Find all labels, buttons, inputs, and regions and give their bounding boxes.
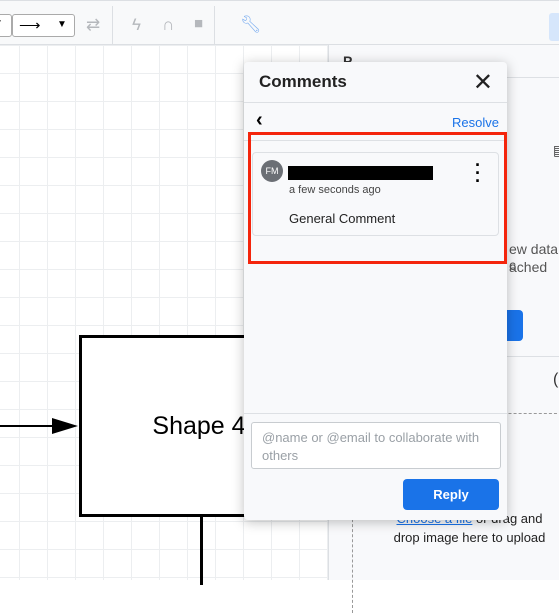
divider <box>112 6 113 46</box>
line-end-select[interactable]: ⟶ ▼ <box>12 14 75 37</box>
connector-line[interactable] <box>200 515 203 585</box>
swap-icon[interactable]: ⇄ <box>86 15 100 35</box>
toolbar: ▼ ⟶ ▼ ⇄ ϟ ∩ ■ 🔧︎ <box>0 0 559 46</box>
close-icon[interactable]: ✕ <box>473 68 493 97</box>
comments-dialog: Comments ✕ ‹ Resolve FM a few seconds ag… <box>244 62 507 520</box>
arrow-end-icon: ⟶ <box>19 17 41 34</box>
arrowhead-icon <box>52 418 78 434</box>
dialog-title: Comments <box>259 72 347 91</box>
reply-button[interactable]: Reply <box>403 479 499 510</box>
more-options-icon[interactable]: · · · <box>475 156 481 190</box>
format-panel-toggle[interactable] <box>549 13 559 41</box>
comment-time: a few seconds ago <box>289 184 381 196</box>
divider <box>214 6 215 46</box>
avatar: FM <box>261 160 283 182</box>
wrench-icon[interactable]: 🔧︎ <box>240 15 262 35</box>
author-name-redacted <box>288 166 433 180</box>
data-icon: ▤ <box>553 142 559 159</box>
magnet-icon[interactable]: ∩ <box>162 15 174 35</box>
chevron-left-icon[interactable]: ‹ <box>256 109 263 132</box>
lightning-icon[interactable]: ϟ <box>132 15 141 35</box>
comment-body: General Comment <box>289 211 396 226</box>
line-start-select[interactable]: ▼ <box>0 14 12 37</box>
lock-icon[interactable]: ■ <box>194 15 203 32</box>
panel-icon: ( <box>553 371 559 388</box>
chevron-down-icon: ▼ <box>57 19 67 30</box>
comment-card: FM a few seconds ago General Comment · · · <box>252 152 499 236</box>
resolve-link[interactable]: Resolve <box>452 115 499 130</box>
reply-input[interactable]: @name or @email to collaborate with othe… <box>251 422 501 469</box>
